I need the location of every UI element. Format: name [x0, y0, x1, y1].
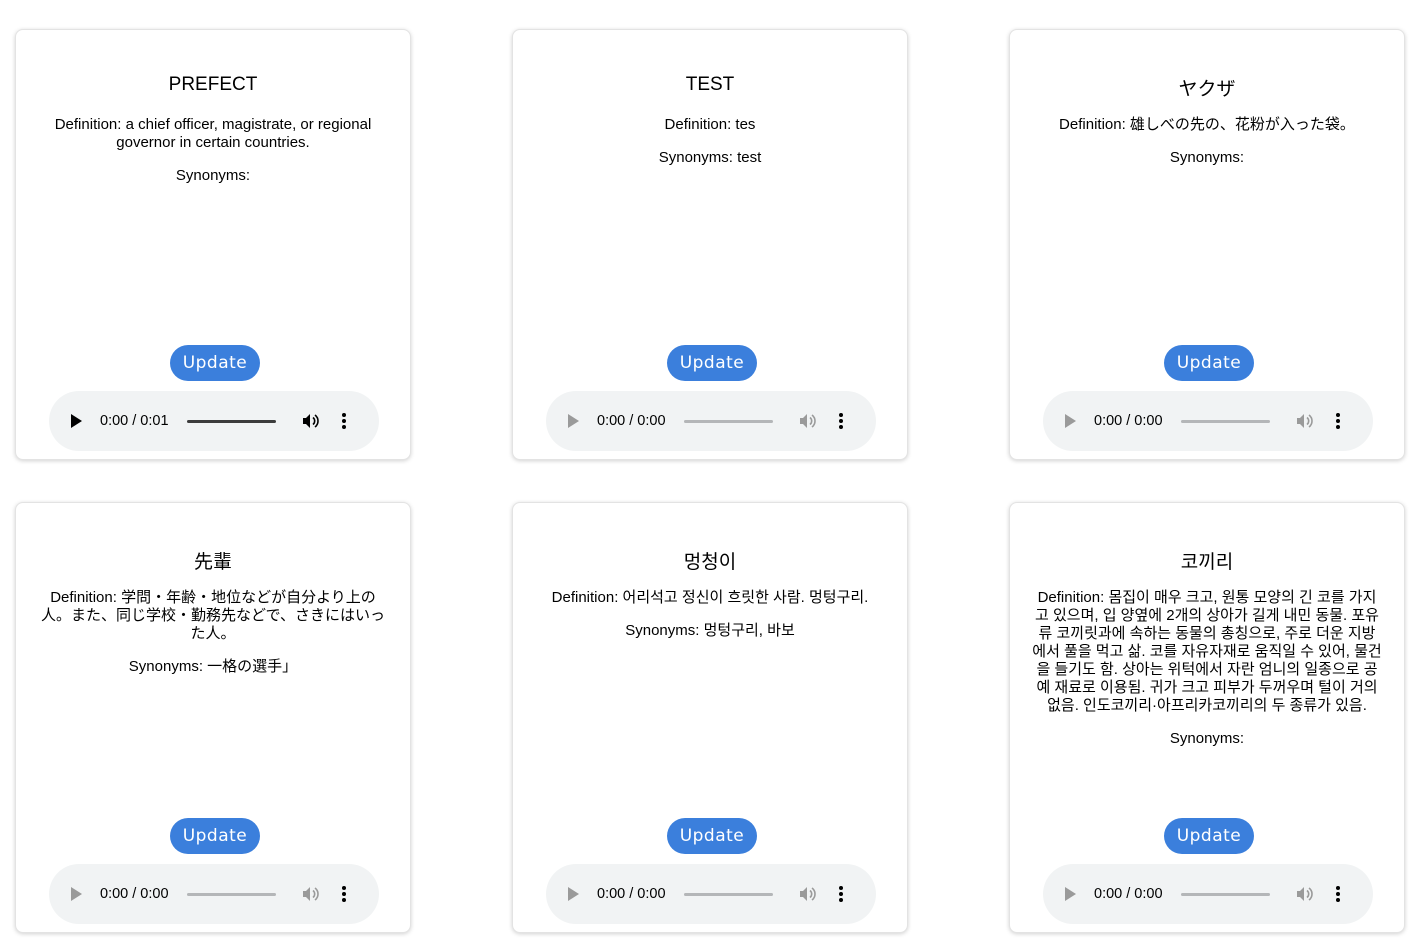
audio-time: 0:00 / 0:00: [1094, 886, 1163, 902]
volume-icon[interactable]: [1296, 413, 1314, 429]
definition-value: 어리석고 정신이 흐릿한 사람. 멍텅구리.: [622, 589, 869, 606]
audio-progress-bar[interactable]: [683, 892, 773, 896]
audio-player[interactable]: 0:00 / 0:00: [49, 864, 379, 924]
definition-block: Definition: tes Synonyms: test: [535, 116, 885, 167]
synonyms-text: Synonyms:: [1032, 730, 1382, 748]
definition-text: Definition: 몸집이 매우 크고, 원통 모양의 긴 코를 가지고 있…: [1032, 589, 1382, 715]
word-title: ヤクザ: [1178, 79, 1236, 100]
volume-icon[interactable]: [799, 413, 817, 429]
definition-text: Definition: a chief officer, magistrate,…: [38, 116, 388, 152]
audio-time: 0:00 / 0:00: [1094, 413, 1163, 429]
definition-text: Definition: tes: [535, 116, 885, 134]
update-button[interactable]: Update: [1164, 818, 1254, 854]
audio-progress-bar[interactable]: [1180, 892, 1270, 896]
word-card: 先輩 Definition: 学問・年齢・地位などが自分より上の人。また、同じ学…: [15, 502, 411, 933]
word-card: ヤクザ Definition: 雄しべの先の、花粉が入った袋。 Synonyms…: [1009, 29, 1405, 460]
volume-icon[interactable]: [302, 413, 320, 429]
synonyms-label: Synonyms:: [1169, 730, 1245, 747]
audio-time: 0:00 / 0:00: [100, 886, 169, 902]
update-button[interactable]: Update: [667, 818, 757, 854]
audio-progress-bar[interactable]: [683, 419, 773, 423]
word-card: 코끼리 Definition: 몸집이 매우 크고, 원통 모양의 긴 코를 가…: [1009, 502, 1405, 933]
more-options-icon[interactable]: [341, 886, 346, 902]
more-options-icon[interactable]: [1335, 413, 1340, 429]
definition-value: 雄しべの先の、花粉が入った袋。: [1129, 116, 1355, 133]
play-icon[interactable]: [1065, 887, 1076, 901]
more-options-icon[interactable]: [838, 886, 843, 902]
audio-progress-bar[interactable]: [186, 892, 276, 896]
play-icon[interactable]: [71, 887, 82, 901]
word-card: PREFECT Definition: a chief officer, mag…: [15, 29, 411, 460]
update-button[interactable]: Update: [667, 345, 757, 381]
synonyms-value: 멍텅구리, 바보: [703, 622, 795, 639]
definition-label: Definition:: [54, 116, 126, 133]
synonyms-text: Synonyms: 멍텅구리, 바보: [535, 622, 885, 640]
audio-time: 0:00 / 0:00: [597, 413, 666, 429]
synonyms-label: Synonyms:: [658, 149, 738, 166]
synonyms-label: Synonyms:: [128, 658, 208, 675]
audio-player[interactable]: 0:00 / 0:00: [1043, 391, 1373, 451]
definition-label: Definition:: [50, 589, 122, 606]
definition-block: Definition: 몸집이 매우 크고, 원통 모양의 긴 코를 가지고 있…: [1032, 589, 1382, 748]
synonyms-value: test: [737, 149, 762, 166]
play-icon[interactable]: [568, 414, 579, 428]
definition-value: a chief officer, magistrate, or regional…: [116, 116, 372, 151]
more-options-icon[interactable]: [1335, 886, 1340, 902]
volume-icon[interactable]: [302, 886, 320, 902]
definition-value: tes: [735, 116, 756, 133]
definition-block: Definition: 雄しべの先の、花粉が入った袋。 Synonyms:: [1032, 116, 1382, 167]
definition-block: Definition: 学問・年齢・地位などが自分より上の人。また、同じ学校・勤…: [38, 589, 388, 676]
audio-player[interactable]: 0:00 / 0:00: [546, 391, 876, 451]
synonyms-text: Synonyms:: [38, 167, 388, 185]
audio-player[interactable]: 0:00 / 0:00: [546, 864, 876, 924]
word-card: 멍청이 Definition: 어리석고 정신이 흐릿한 사람. 멍텅구리. S…: [512, 502, 908, 933]
word-card: TEST Definition: tes Synonyms: test Upda…: [512, 29, 908, 460]
volume-icon[interactable]: [1296, 886, 1314, 902]
definition-block: Definition: a chief officer, magistrate,…: [38, 116, 388, 185]
synonyms-label: Synonyms:: [1169, 149, 1245, 166]
definition-label: Definition:: [1059, 116, 1130, 133]
word-title: 멍청이: [683, 552, 737, 573]
definition-text: Definition: 学問・年齢・地位などが自分より上の人。また、同じ学校・勤…: [38, 589, 388, 643]
synonyms-text: Synonyms: test: [535, 149, 885, 167]
word-title: 코끼리: [1180, 552, 1234, 573]
audio-progress-bar[interactable]: [1180, 419, 1270, 423]
play-icon[interactable]: [568, 887, 579, 901]
synonyms-text: Synonyms:: [1032, 149, 1382, 167]
play-icon[interactable]: [71, 414, 82, 428]
definition-label: Definition:: [664, 116, 736, 133]
play-icon[interactable]: [1065, 414, 1076, 428]
synonyms-label: Synonyms:: [625, 622, 704, 639]
audio-progress-bar[interactable]: [186, 419, 276, 423]
update-button[interactable]: Update: [1164, 345, 1254, 381]
word-title: TEST: [685, 74, 735, 95]
audio-player[interactable]: 0:00 / 0:01: [49, 391, 379, 451]
definition-text: Definition: 어리석고 정신이 흐릿한 사람. 멍텅구리.: [535, 589, 885, 607]
definition-block: Definition: 어리석고 정신이 흐릿한 사람. 멍텅구리. Synon…: [535, 589, 885, 640]
audio-time: 0:00 / 0:01: [100, 413, 169, 429]
synonyms-label: Synonyms:: [175, 167, 251, 184]
word-title: 先輩: [193, 552, 232, 573]
more-options-icon[interactable]: [838, 413, 843, 429]
synonyms-text: Synonyms: 一格の選手」: [38, 658, 388, 676]
word-title: PREFECT: [168, 74, 258, 95]
audio-time: 0:00 / 0:00: [597, 886, 666, 902]
definition-label: Definition:: [551, 589, 623, 606]
update-button[interactable]: Update: [170, 345, 260, 381]
definition-value: 몸집이 매우 크고, 원통 모양의 긴 코를 가지고 있으며, 입 양옆에 2개…: [1032, 589, 1382, 714]
definition-label: Definition:: [1037, 589, 1109, 606]
more-options-icon[interactable]: [341, 413, 346, 429]
audio-player[interactable]: 0:00 / 0:00: [1043, 864, 1373, 924]
update-button[interactable]: Update: [170, 818, 260, 854]
synonyms-value: 一格の選手」: [207, 658, 298, 675]
definition-text: Definition: 雄しべの先の、花粉が入った袋。: [1032, 116, 1382, 134]
volume-icon[interactable]: [799, 886, 817, 902]
